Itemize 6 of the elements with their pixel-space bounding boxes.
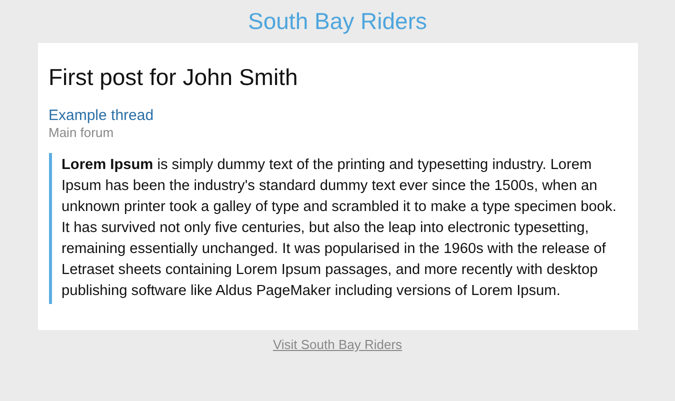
thread-link[interactable]: Example thread — [48, 107, 154, 125]
forum-name: Main forum — [48, 125, 115, 141]
footer-link[interactable]: Visit South Bay Riders — [272, 337, 402, 353]
post-body: Lorem Ipsum is simply dummy text of the printing and typesetting industry. Lorem Ipsum has been the industry's standard dummy text ever since the 1500s, when an unknown printer took a galley of type and scrambled it to make a type specimen book. It has survived not only five centuries, but also the leap into electronic typesetting, remaining essentially unchanged. It was popularised in the 1960s with the release of Letraset sheets containing Lorem Ipsum passages, and more recently with desktop publishing software like Aldus PageMaker including versions of Lorem Ipsum. — [62, 156, 618, 301]
site-title: South Bay Riders — [248, 7, 427, 36]
post-heading: First post for John Smith — [48, 63, 299, 91]
